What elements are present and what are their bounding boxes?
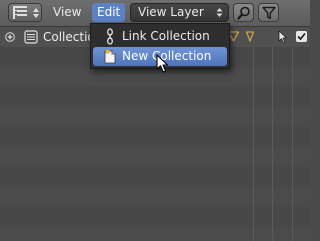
updown-arrows-icon — [33, 8, 39, 18]
editor-type-button[interactable] — [8, 3, 42, 22]
column-divider — [253, 27, 254, 241]
new-collection-icon — [104, 48, 116, 64]
outliner-icon — [13, 6, 27, 19]
search-icon — [237, 6, 250, 20]
updown-arrows-icon — [216, 8, 223, 17]
view-layer-label: View Layer — [138, 5, 204, 19]
menu-item-label: Link Collection — [122, 29, 210, 43]
expand-plus-icon[interactable] — [5, 32, 15, 42]
search-button[interactable] — [233, 3, 254, 22]
link-icon — [107, 28, 113, 45]
menu-item-link-collection[interactable]: Link Collection — [93, 27, 227, 46]
menu-view[interactable]: View — [48, 3, 86, 22]
restrict-filter-icon[interactable] — [246, 31, 254, 42]
checkmark-icon — [297, 32, 306, 41]
column-divider — [272, 27, 273, 241]
selectable-cursor-icon[interactable] — [278, 30, 288, 44]
visibility-checkbox[interactable] — [296, 31, 307, 42]
filter-button[interactable] — [258, 3, 279, 22]
menu-edit[interactable]: Edit — [92, 3, 126, 22]
collection-icon — [24, 30, 38, 44]
filter-icon — [262, 6, 276, 20]
view-layer-dropdown[interactable]: View Layer — [130, 3, 229, 22]
mouse-pointer-icon — [156, 54, 169, 73]
column-divider — [292, 27, 293, 241]
